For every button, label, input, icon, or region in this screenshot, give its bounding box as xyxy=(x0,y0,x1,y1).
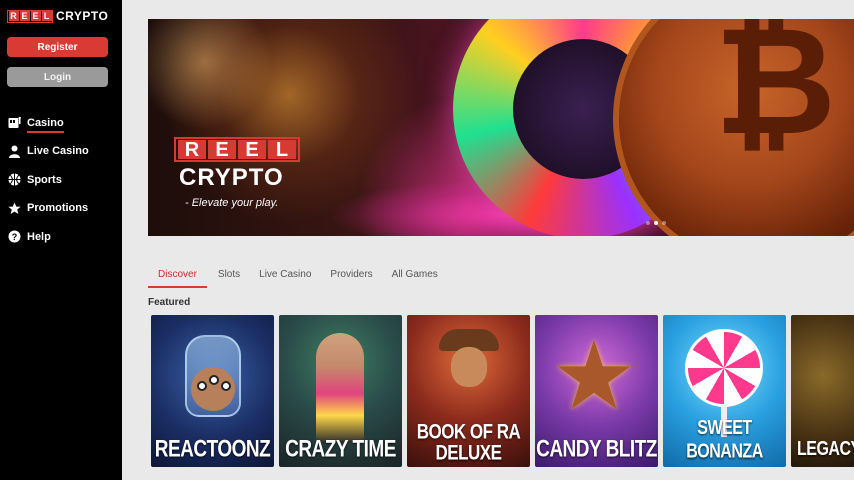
game-title: CANDY BLITZ xyxy=(536,436,657,463)
banner-logo-letter: E xyxy=(208,140,236,161)
game-title: CRAZY TIME xyxy=(285,436,396,463)
logo-reel-box: R E E L xyxy=(7,9,53,23)
svg-text:?: ? xyxy=(12,232,18,242)
banner-logo-reel: R E E L xyxy=(174,137,300,162)
explorer-face-artwork xyxy=(451,347,487,387)
dealer-icon xyxy=(8,145,21,158)
banner-logo-crypto: CRYPTO xyxy=(179,164,284,191)
login-button[interactable]: Login xyxy=(7,67,108,87)
basketball-icon xyxy=(8,173,21,186)
alien-eye xyxy=(209,375,219,385)
logo-letter: E xyxy=(19,11,30,21)
sidebar-item-label: Help xyxy=(27,230,51,243)
carousel-dot[interactable] xyxy=(646,221,650,225)
game-card-legacy[interactable]: LEGACY O xyxy=(791,315,854,467)
help-icon: ? xyxy=(8,230,21,243)
featured-games-row: REACTOONZ CRAZY TIME BOOK OF RA DELUXE ★… xyxy=(151,315,854,467)
sidebar-item-label: Sports xyxy=(27,173,62,186)
logo-crypto-text: CRYPTO xyxy=(56,9,109,23)
bitcoin-coin-image: ₿ xyxy=(613,19,854,236)
register-button[interactable]: Register xyxy=(7,37,108,57)
banner-logo-letter: R xyxy=(178,140,206,161)
hero-banner[interactable]: ₿ R E E L CRYPTO - Elevate your play. xyxy=(148,19,854,236)
tab-all-games[interactable]: All Games xyxy=(384,268,446,288)
brand-logo[interactable]: R E E L CRYPTO xyxy=(7,9,108,23)
sidebar-item-label: Casino xyxy=(27,116,64,133)
cookie-star-artwork: ★ xyxy=(551,323,638,430)
game-category-tabs: Discover Slots Live Casino Providers All… xyxy=(148,268,449,288)
lollipop-artwork xyxy=(685,329,763,407)
logo-letter: R xyxy=(8,11,19,21)
game-card-crazy-time[interactable]: CRAZY TIME xyxy=(279,315,402,467)
sidebar-item-label: Promotions xyxy=(27,202,89,214)
logo-letter: E xyxy=(30,11,41,21)
sidebar-item-promotions[interactable]: Promotions xyxy=(8,198,89,219)
carousel-dots xyxy=(646,221,666,225)
tab-slots[interactable]: Slots xyxy=(210,268,248,288)
game-title: BOOK OF RA DELUXE xyxy=(416,419,521,465)
banner-logo-letter: E xyxy=(238,140,266,161)
game-card-book-of-ra-deluxe[interactable]: BOOK OF RA DELUXE xyxy=(407,315,530,467)
tab-providers[interactable]: Providers xyxy=(322,268,380,288)
sidebar-item-help[interactable]: ? Help xyxy=(8,226,89,247)
banner-logo: R E E L CRYPTO xyxy=(174,137,300,192)
sidebar-item-live-casino[interactable]: Live Casino xyxy=(8,141,89,162)
alien-eye xyxy=(221,381,231,391)
tab-discover[interactable]: Discover xyxy=(148,268,207,288)
game-title: SWEET BONANZA xyxy=(686,417,763,463)
logo-letter: L xyxy=(41,11,52,21)
sidebar-item-casino[interactable]: Casino xyxy=(8,112,89,133)
sidebar-item-label: Live Casino xyxy=(27,145,89,157)
game-card-sweet-bonanza[interactable]: SWEET BONANZA xyxy=(663,315,786,467)
sidebar: R E E L CRYPTO Register Login Casino Liv… xyxy=(0,0,122,480)
carousel-dot[interactable] xyxy=(662,221,666,225)
game-card-reactoonz[interactable]: REACTOONZ xyxy=(151,315,274,467)
game-card-candy-blitz[interactable]: ★ CANDY BLITZ xyxy=(535,315,658,467)
bitcoin-icon: ₿ xyxy=(714,19,837,169)
game-title: REACTOONZ xyxy=(154,436,271,463)
featured-section-title: Featured xyxy=(148,297,191,308)
sidebar-nav: Casino Live Casino Sports Promotions ? H… xyxy=(8,112,89,255)
banner-logo-letter: L xyxy=(268,140,296,161)
game-title: LEGACY O xyxy=(797,438,854,461)
sidebar-item-sports[interactable]: Sports xyxy=(8,169,89,190)
star-icon xyxy=(8,202,21,215)
tab-live-casino[interactable]: Live Casino xyxy=(251,268,319,288)
alien-eye xyxy=(197,381,207,391)
slot-machine-icon xyxy=(8,116,21,129)
carousel-dot-active[interactable] xyxy=(654,221,658,225)
banner-tagline: - Elevate your play. xyxy=(185,197,279,209)
crazy-time-host-artwork xyxy=(316,333,364,443)
